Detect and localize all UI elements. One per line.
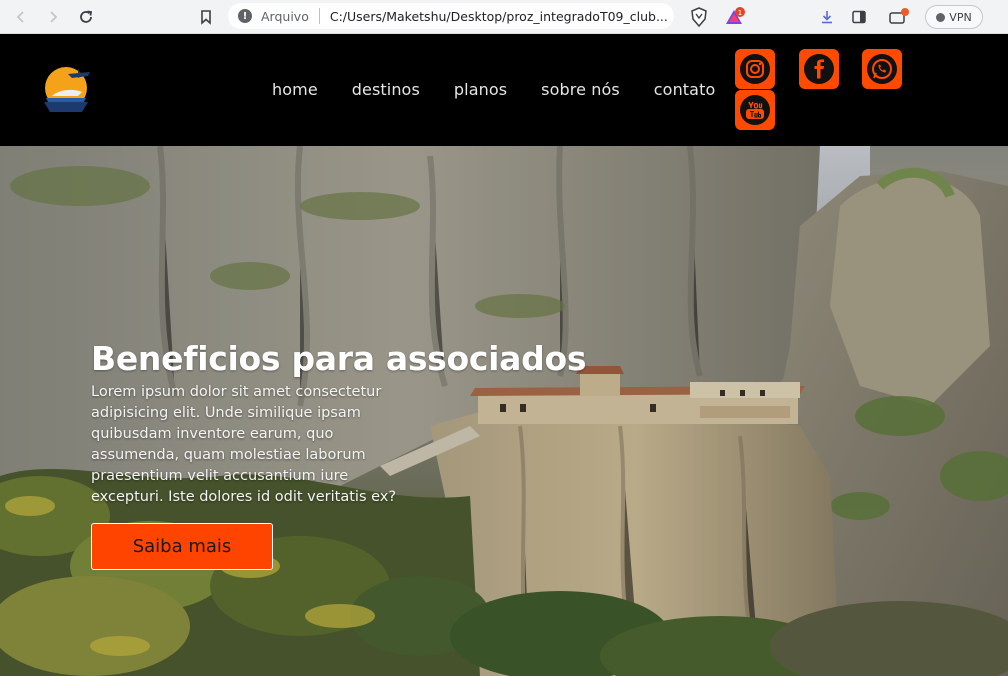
whatsapp-icon: [867, 54, 897, 84]
whatsapp-button[interactable]: [862, 49, 902, 89]
main-nav: home destinos planos sobre nós contato: [272, 80, 749, 99]
vpn-button[interactable]: VPN: [925, 5, 983, 29]
download-icon[interactable]: [816, 6, 838, 28]
brave-rewards-icon[interactable]: 1: [722, 6, 748, 28]
logo[interactable]: [38, 62, 94, 118]
hero-title: Beneficios para associados: [91, 339, 587, 378]
rewards-badge: 1: [738, 9, 742, 17]
url-text[interactable]: C:/Users/Maketshu/Desktop/proz_integrado…: [330, 9, 668, 24]
site-header: home destinos planos sobre nós contato: [0, 35, 1008, 146]
instagram-button[interactable]: [735, 49, 775, 89]
vpn-label: VPN: [949, 10, 972, 24]
forward-icon[interactable]: [42, 6, 64, 28]
facebook-button[interactable]: [799, 49, 839, 89]
facebook-icon: [804, 54, 834, 84]
back-icon[interactable]: [10, 6, 32, 28]
instagram-icon: [740, 54, 770, 84]
address-bar[interactable]: ! Arquivo C:/Users/Maketshu/Desktop/proz…: [228, 3, 674, 29]
bookmark-icon[interactable]: [195, 6, 217, 28]
youtube-icon: [740, 95, 770, 125]
wallet-icon[interactable]: [886, 6, 912, 28]
nav-destinos-link[interactable]: destinos: [352, 80, 420, 99]
logo-plane-boat-icon: [44, 67, 90, 112]
nav-planos-link[interactable]: planos: [454, 80, 507, 99]
youtube-button[interactable]: [735, 90, 775, 130]
vpn-status-icon: [936, 12, 946, 22]
browser-toolbar: ! Arquivo C:/Users/Maketshu/Desktop/proz…: [0, 0, 1008, 34]
info-icon[interactable]: !: [238, 9, 252, 23]
nav-home-link[interactable]: home: [272, 80, 318, 99]
hero-description: Lorem ipsum dolor sit amet consectetur a…: [91, 384, 397, 505]
brave-shield-icon[interactable]: [688, 6, 710, 28]
sidebar-icon[interactable]: [848, 6, 870, 28]
address-divider: [318, 8, 320, 24]
reload-icon[interactable]: [75, 6, 97, 28]
nav-contato-link[interactable]: contato: [654, 80, 716, 99]
hero-section: Beneficios para associados Lorem ipsum d…: [0, 146, 1008, 676]
saiba-mais-button[interactable]: Saiba mais: [91, 523, 273, 570]
nav-sobre-nos-link[interactable]: sobre nós: [541, 80, 620, 99]
address-scheme-label: Arquivo: [261, 8, 309, 24]
